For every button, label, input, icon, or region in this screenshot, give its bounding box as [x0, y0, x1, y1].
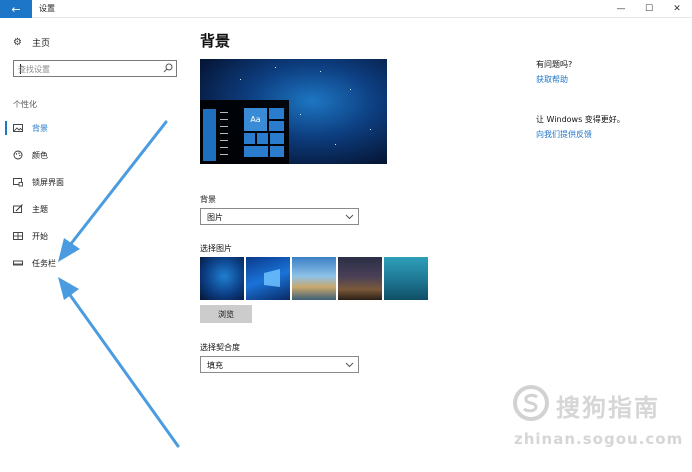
sidebar-item-start[interactable]: 开始 [0, 227, 186, 245]
sidebar-item-label: 背景 [32, 124, 48, 133]
start-grid-icon [13, 232, 23, 240]
preview-tile-label: Aa [244, 108, 267, 131]
sidebar-item-label: 锁屏界面 [32, 178, 64, 187]
title-bar: ← 设置 — ☐ ✕ [0, 0, 692, 18]
arrow-left-icon: ← [11, 2, 21, 16]
choose-picture-label: 选择图片 [200, 244, 232, 253]
active-indicator [5, 121, 7, 135]
browse-button[interactable]: 浏览 [200, 305, 252, 323]
minimize-button[interactable]: — [607, 0, 635, 18]
picture-thumbnail[interactable] [246, 257, 290, 300]
sidebar-item-themes[interactable]: 主题 [0, 200, 186, 218]
palette-icon [13, 150, 23, 160]
picture-thumbnail[interactable] [292, 257, 336, 300]
background-preview: Aa [200, 59, 387, 164]
picture-thumbnail[interactable] [338, 257, 382, 300]
back-button[interactable]: ← [0, 0, 32, 18]
sidebar-item-lock-screen[interactable]: 锁屏界面 [0, 173, 186, 191]
sidebar-item-background[interactable]: 背景 [0, 119, 186, 137]
home-label: 主页 [32, 39, 51, 49]
sidebar-item-colors[interactable]: 颜色 [0, 146, 186, 164]
feedback-link[interactable]: 向我们提供反馈 [536, 129, 686, 140]
sidebar-item-label: 开始 [32, 232, 48, 241]
page-title: 背景 [200, 32, 231, 50]
improve-text: 让 Windows 变得更好。 [536, 115, 625, 124]
maximize-button[interactable]: ☐ [635, 0, 663, 18]
window-title: 设置 [39, 4, 55, 13]
background-label: 背景 [200, 195, 216, 204]
sidebar-item-taskbar[interactable]: 任务栏 [0, 254, 186, 272]
gear-icon: ⚙ [13, 37, 22, 48]
chevron-down-icon [345, 214, 354, 220]
search-placeholder: 查找设置 [18, 65, 50, 74]
background-select[interactable]: 图片 [200, 208, 359, 225]
sidebar-item-label: 任务栏 [32, 259, 56, 268]
search-input[interactable]: 查找设置 [13, 60, 177, 77]
close-button[interactable]: ✕ [663, 0, 691, 18]
fit-select-value: 填充 [207, 361, 223, 370]
sidebar-item-label: 主题 [32, 205, 48, 214]
get-help-link[interactable]: 获取帮助 [536, 74, 686, 85]
help-question: 有问题吗? [536, 60, 573, 69]
fit-select[interactable]: 填充 [200, 356, 359, 373]
picture-thumbnail[interactable] [384, 257, 428, 300]
watermark-text: 搜狗指南 [556, 394, 660, 422]
search-icon[interactable] [163, 63, 173, 73]
background-select-value: 图片 [207, 213, 223, 222]
picture-thumbnail[interactable] [200, 257, 244, 300]
taskbar-icon [13, 260, 23, 266]
sidebar: ⚙ 主页 查找设置 个性化 背景 颜色 锁屏界面 主题 开始 任务栏 [0, 18, 186, 472]
home-link[interactable]: ⚙ 主页 [13, 36, 50, 49]
chevron-down-icon [345, 362, 354, 368]
sogou-logo-icon [513, 385, 549, 421]
lock-screen-icon [13, 178, 23, 187]
fit-label: 选择契合度 [200, 343, 240, 352]
section-title: 个性化 [13, 100, 37, 109]
start-menu-preview: Aa [200, 100, 289, 164]
picture-icon [13, 124, 23, 132]
sidebar-item-label: 颜色 [32, 151, 48, 160]
watermark-url: zhinan.sogou.com [514, 430, 684, 448]
brush-icon [13, 204, 23, 213]
